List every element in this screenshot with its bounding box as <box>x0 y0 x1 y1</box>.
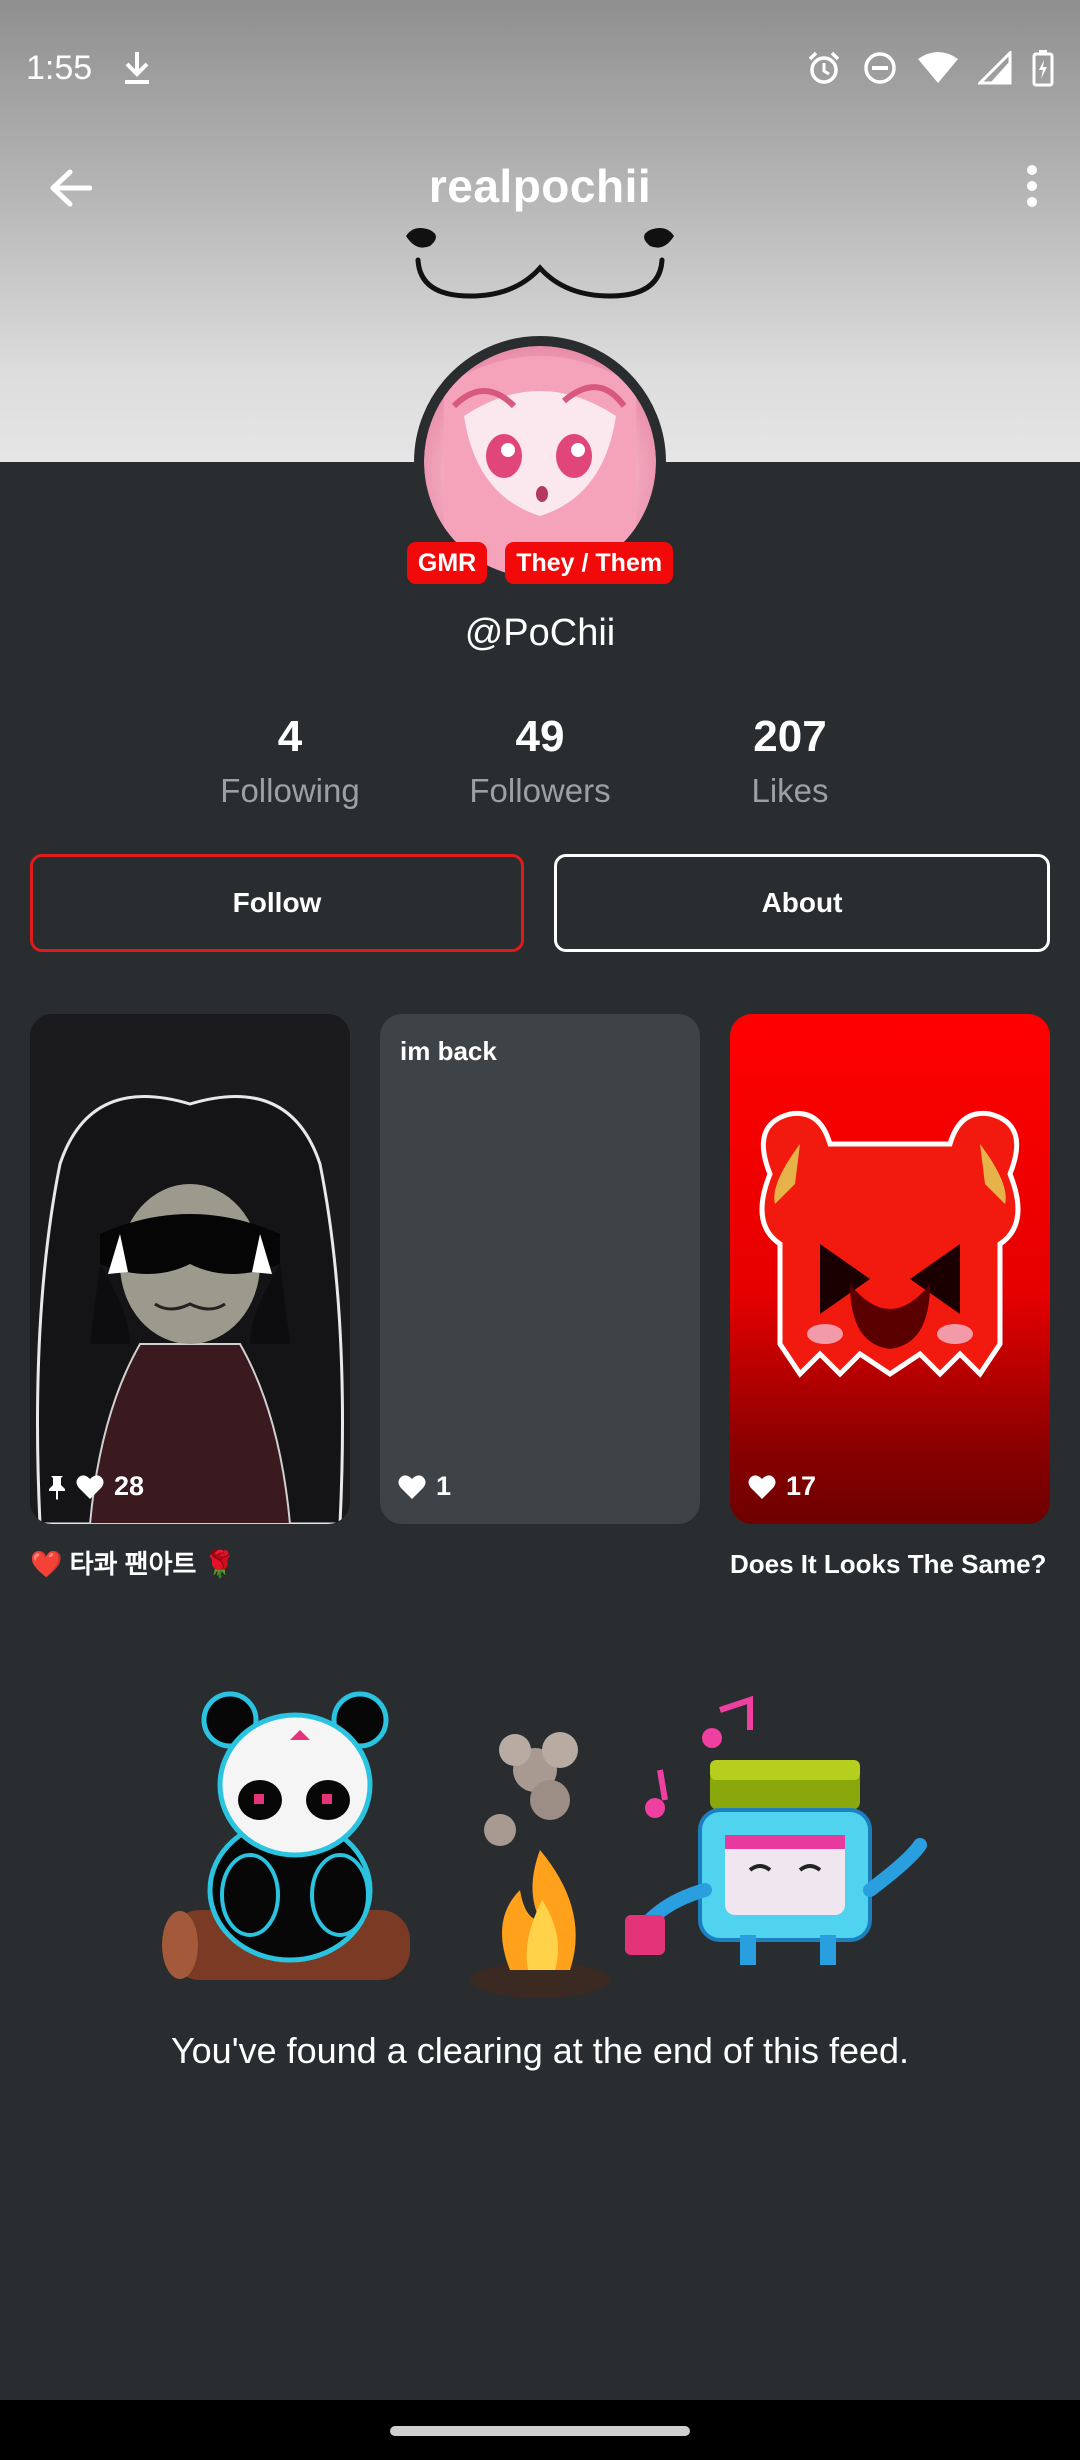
stat-likes[interactable]: 207 Likes <box>660 712 920 810</box>
like-count: 17 <box>786 1471 817 1501</box>
end-of-feed-message: You've found a clearing at the end of th… <box>170 2030 910 2071</box>
stat-followers[interactable]: 49 Followers <box>410 712 670 810</box>
download-icon <box>120 48 154 88</box>
battery-charging-icon <box>1032 50 1054 87</box>
post-card[interactable]: im back 1 <box>380 1014 700 1524</box>
post-stats: 28 <box>48 1471 144 1502</box>
alarm-icon <box>808 51 840 84</box>
heart-icon <box>398 1474 426 1499</box>
post-caption[interactable]: ❤️ 타콰 팬아트 🌹 <box>30 1544 350 1584</box>
status-icons <box>806 49 1054 87</box>
post-stats: 17 <box>748 1471 816 1502</box>
back-button[interactable] <box>42 160 98 216</box>
arrow-left-icon <box>50 169 92 207</box>
page-title: realpochii <box>428 160 652 212</box>
stat-label: Likes <box>751 772 829 809</box>
pin-icon <box>49 1475 65 1500</box>
stat-following[interactable]: 4 Following <box>160 712 420 810</box>
post-text: im back <box>400 1036 497 1066</box>
profile-tags: GMR They / Them <box>0 542 1080 584</box>
status-bar: 1:55 <box>0 0 1080 136</box>
like-count: 28 <box>114 1471 145 1501</box>
more-options-button[interactable] <box>1004 158 1060 214</box>
campfire-illustration <box>162 1691 927 1998</box>
status-time: 1:55 <box>26 48 93 87</box>
pronouns-badge: They / Them <box>505 542 674 584</box>
post-stats: 1 <box>398 1471 451 1502</box>
about-button[interactable]: About <box>554 854 1050 952</box>
more-vertical-icon <box>1027 165 1037 207</box>
stat-value: 49 <box>515 712 565 761</box>
post-caption[interactable]: Does It Looks The Same? <box>730 1544 1050 1584</box>
post-card[interactable]: 28 <box>30 1014 350 1524</box>
post-card[interactable]: 17 <box>730 1014 1050 1524</box>
system-nav-bar <box>0 2400 1080 2460</box>
user-handle: @PoChii <box>464 612 616 654</box>
stat-value: 4 <box>277 712 303 761</box>
heart-icon <box>748 1474 776 1499</box>
stat-label: Following <box>220 772 360 809</box>
do-not-disturb-icon <box>864 52 896 84</box>
stat-value: 207 <box>753 712 827 761</box>
signal-icon <box>978 51 1012 85</box>
follow-button[interactable]: Follow <box>30 854 524 952</box>
wifi-icon <box>918 52 958 83</box>
stat-label: Followers <box>469 772 611 809</box>
heart-icon <box>76 1474 104 1499</box>
mustache-decoration <box>406 228 674 299</box>
tag-badge: GMR <box>406 542 488 584</box>
post-thumbnail <box>36 1095 344 1524</box>
like-count: 1 <box>436 1471 452 1501</box>
home-gesture-handle[interactable] <box>390 2426 690 2436</box>
post-thumbnail <box>759 1110 1021 1378</box>
